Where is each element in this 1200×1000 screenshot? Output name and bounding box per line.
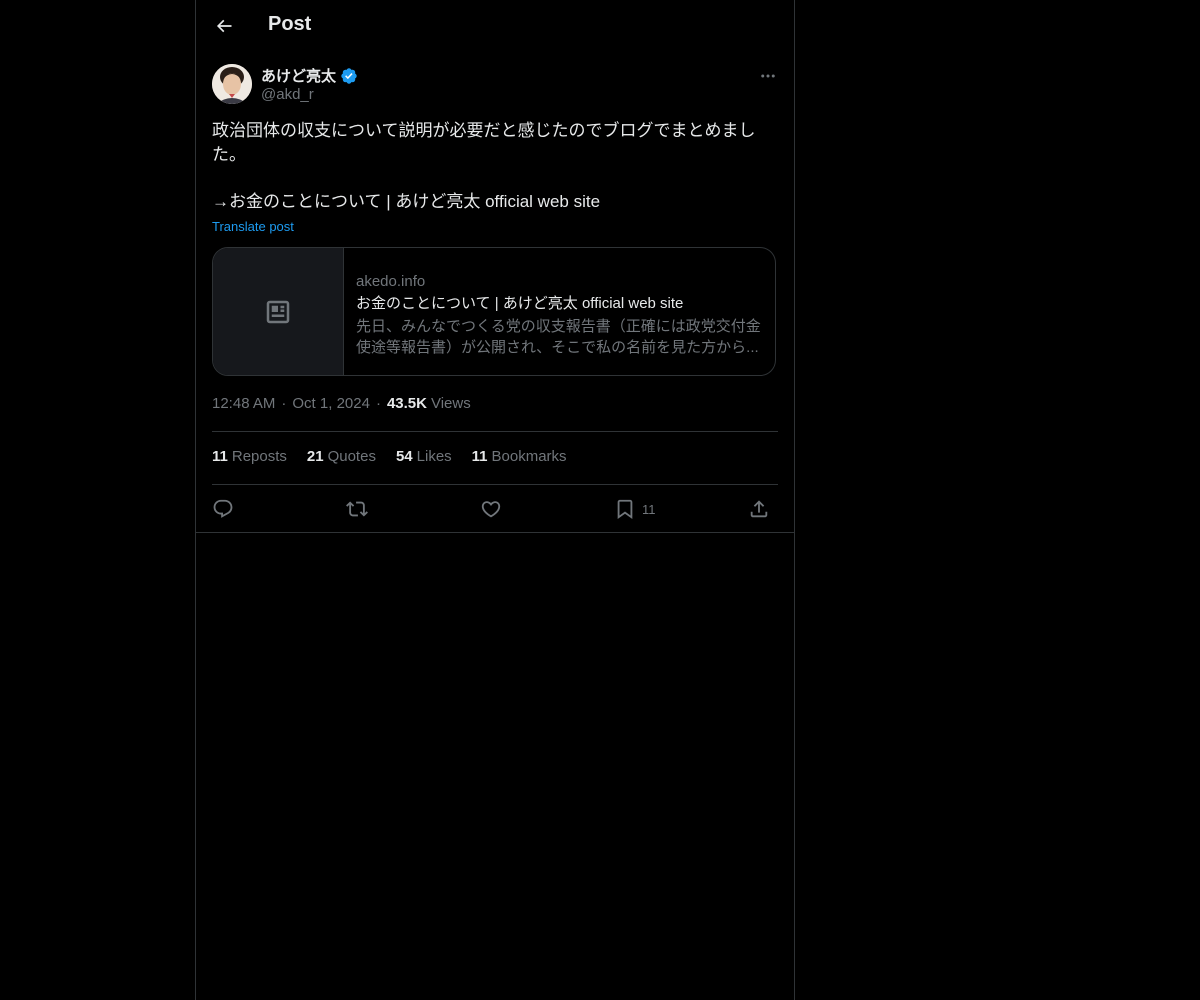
- post-meta: 12:48 AM · Oct 1, 2024 · 43.5K Views: [212, 395, 471, 412]
- likes-stat[interactable]: 54 Likes: [396, 448, 452, 465]
- quotes-count: 21: [306, 448, 324, 465]
- post-time[interactable]: 12:48 AM: [212, 395, 275, 412]
- article-icon: [266, 300, 290, 323]
- link-preview-card[interactable]: akedo.info お金のことについて | あけど亮太 official we…: [212, 247, 776, 376]
- bookmarks-label: Bookmarks: [491, 448, 567, 465]
- bookmark-icon: [617, 499, 633, 520]
- quotes-label: Quotes: [327, 448, 376, 465]
- link-card-domain: akedo.info: [356, 273, 426, 290]
- meta-separator: ·: [375, 395, 381, 412]
- bookmarks-count: 11: [471, 448, 488, 465]
- quotes-stat[interactable]: 21 Quotes: [307, 448, 376, 465]
- reposts-count: 11: [212, 448, 228, 465]
- link-card-thumbnail: [213, 248, 344, 375]
- post-bottom-border: [196, 532, 794, 533]
- views-count: 43.5K: [386, 395, 427, 412]
- heart-icon: [481, 501, 501, 518]
- meta-separator: ·: [281, 395, 287, 412]
- avatar-image: [212, 64, 252, 104]
- views-label: Views: [430, 395, 471, 412]
- divider: [212, 484, 778, 485]
- engagement-stats: 11 Reposts 21 Quotes 54 Likes 11 Bookmarks: [212, 448, 567, 465]
- author-handle[interactable]: @akd_r: [261, 86, 314, 103]
- likes-label: Likes: [416, 448, 452, 465]
- avatar[interactable]: [212, 64, 252, 104]
- likes-count: 54: [395, 448, 413, 465]
- divider: [212, 431, 778, 432]
- link-card-title: お金のことについて | あけど亮太 official web site: [356, 295, 684, 312]
- post-column: Post あけど亮太 @akd_r 政治団体の収支について説明が必要だと感じたの…: [195, 0, 795, 1000]
- translate-post-link[interactable]: Translate post: [212, 219, 294, 234]
- verified-badge-icon[interactable]: [340, 67, 358, 85]
- more-horizontal-icon: [761, 74, 775, 78]
- reply-icon: [213, 499, 233, 518]
- reposts-label: Reposts: [231, 448, 287, 465]
- page-title: Post: [268, 13, 312, 35]
- action-bar: 11: [212, 494, 778, 524]
- bookmarks-stat[interactable]: 11 Bookmarks: [472, 448, 567, 465]
- repost-icon: [346, 501, 368, 517]
- reply-button[interactable]: [212, 494, 234, 524]
- share-icon: [750, 500, 768, 518]
- back-button[interactable]: [208, 10, 240, 42]
- link-card-description: 先日、みんなでつくる党の収支報告書（正確には政党交付金使途等報告書）が公開され、…: [356, 318, 761, 356]
- share-button[interactable]: [748, 494, 770, 524]
- author-name[interactable]: あけど亮太: [261, 65, 336, 86]
- more-options-button[interactable]: [754, 62, 782, 90]
- post-date[interactable]: Oct 1, 2024: [292, 395, 370, 412]
- bookmark-count: 11: [642, 501, 656, 517]
- bookmark-button[interactable]: 11: [614, 494, 656, 524]
- post-text-link-line: →お金のことについて | あけど亮太 official web site: [212, 192, 601, 211]
- post-text-paragraph: 政治団体の収支について説明が必要だと感じたのでブログでまとめました。: [212, 121, 756, 164]
- arrow-left-icon: [216, 19, 232, 33]
- author-name-row: あけど亮太: [261, 65, 358, 86]
- repost-button[interactable]: [346, 494, 368, 524]
- top-bar: Post: [196, 0, 794, 53]
- link-card-body: akedo.info お金のことについて | あけど亮太 official we…: [344, 248, 775, 375]
- reposts-stat[interactable]: 11 Reposts: [212, 448, 287, 465]
- like-button[interactable]: [480, 494, 502, 524]
- post-text: 政治団体の収支について説明が必要だと感じたのでブログでまとめました。 →お金のこ…: [212, 119, 772, 214]
